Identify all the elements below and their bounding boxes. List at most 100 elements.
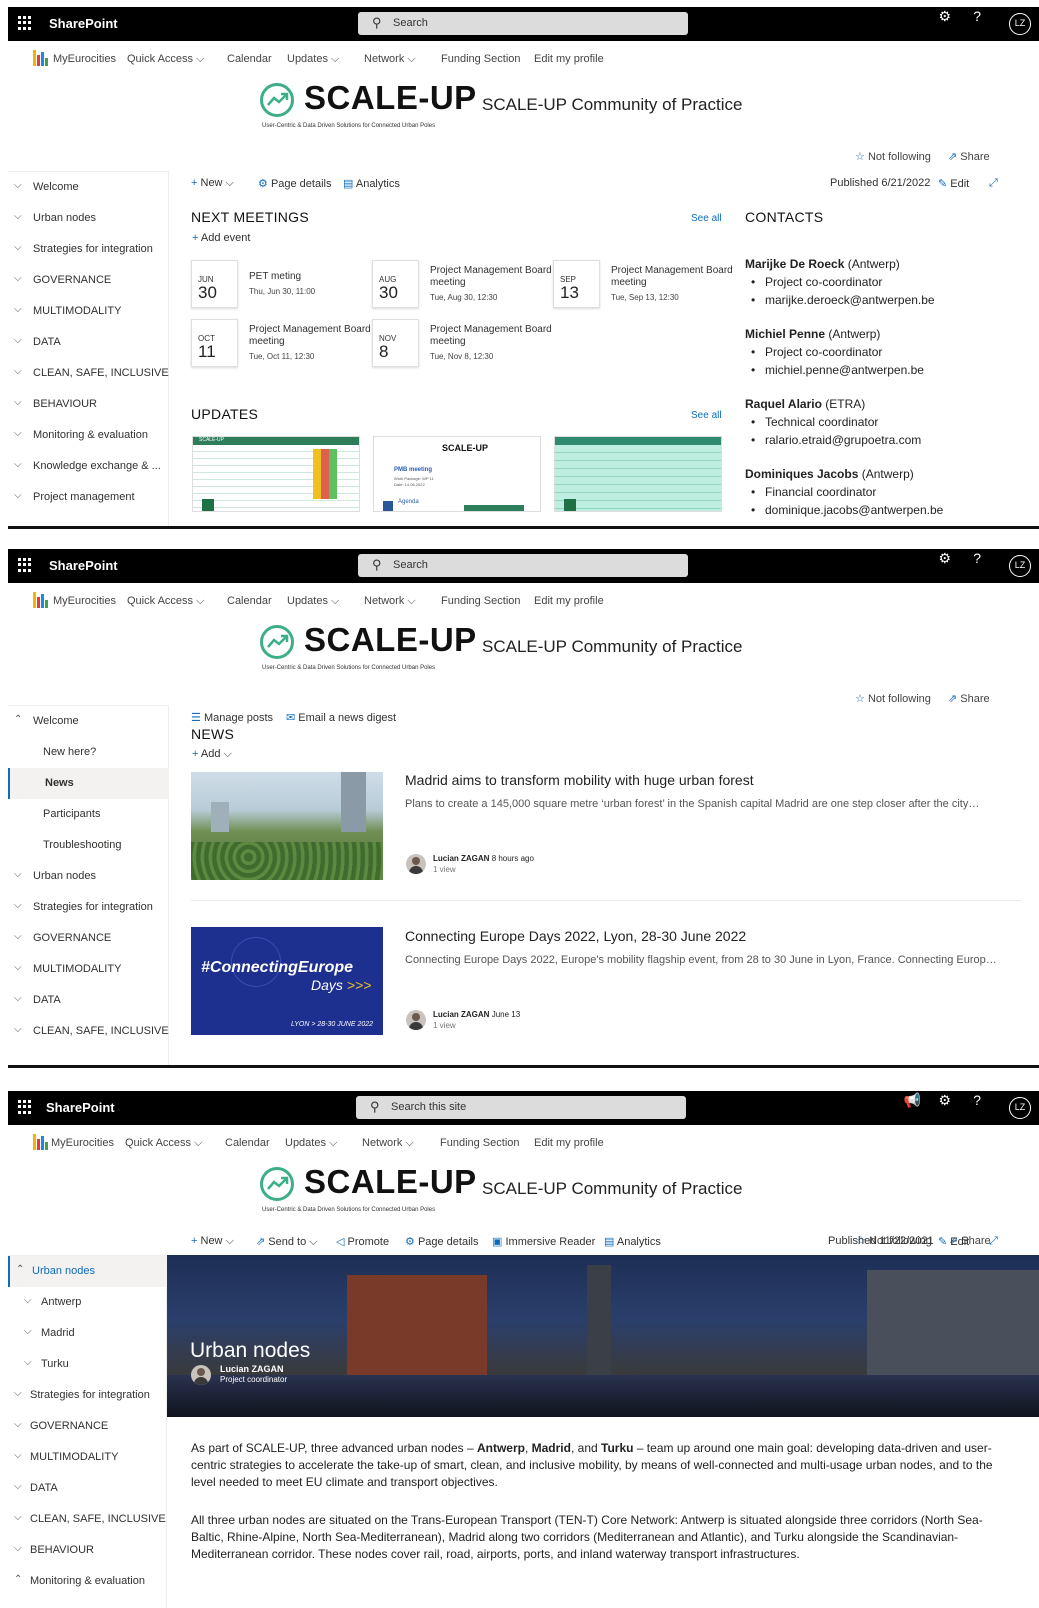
- nav-updates[interactable]: Updates ⌵: [287, 595, 339, 608]
- nav-updates[interactable]: Updates ⌵: [287, 53, 339, 66]
- search-box[interactable]: ⚲ Search: [358, 554, 688, 577]
- follow-button[interactable]: ☆ Not following: [855, 692, 931, 705]
- chevron-down-icon[interactable]: ⌵: [14, 900, 22, 911]
- chevron-down-icon[interactable]: ⌵: [14, 962, 22, 973]
- expand-icon[interactable]: ⤢: [989, 177, 998, 190]
- updates-see-all[interactable]: See all: [691, 410, 722, 421]
- hero-author[interactable]: Lucian ZAGAN: [220, 1364, 284, 1374]
- app-name[interactable]: SharePoint: [49, 558, 118, 573]
- nav-strategies[interactable]: ⌵ Strategies for integration: [8, 234, 169, 265]
- nav-data[interactable]: ⌵ DATA: [8, 1473, 169, 1504]
- app-launcher-icon[interactable]: [18, 558, 32, 572]
- send-to-button[interactable]: ⇗ Send to ⌵: [256, 1235, 318, 1249]
- event-card[interactable]: OCT 11 Project Management Board meeting T…: [191, 319, 371, 369]
- author-avatar[interactable]: [406, 1010, 426, 1030]
- nav-calendar[interactable]: Calendar: [227, 53, 272, 65]
- author-name[interactable]: Lucian ZAGAN: [433, 854, 489, 863]
- add-event-button[interactable]: + Add event: [192, 232, 250, 244]
- help-icon[interactable]: ?: [973, 550, 981, 566]
- nav-governance[interactable]: ⌵ GOVERNANCE: [8, 265, 169, 296]
- edit-button[interactable]: ✎ Edit: [938, 177, 969, 190]
- nav-troubleshooting[interactable]: Troubleshooting: [8, 830, 169, 861]
- event-card[interactable]: AUG 30 Project Management Board meeting T…: [372, 260, 552, 310]
- chevron-down-icon[interactable]: ⌵: [14, 242, 22, 253]
- nav-project-management[interactable]: ⌵ Project management: [8, 482, 169, 513]
- nav-clean-safe[interactable]: ⌵ CLEAN, SAFE, INCLUSIVE: [8, 1016, 169, 1047]
- nav-myeurocities[interactable]: MyEurocities: [51, 1137, 114, 1149]
- news-title[interactable]: Madrid aims to transform mobility with h…: [405, 772, 754, 788]
- nav-governance[interactable]: ⌵ GOVERNANCE: [8, 923, 169, 954]
- nav-strategies[interactable]: ⌵ Strategies for integration: [8, 1380, 169, 1411]
- nav-calendar[interactable]: Calendar: [225, 1137, 270, 1149]
- app-launcher-icon[interactable]: [18, 16, 32, 30]
- news-image-connecting-europe[interactable]: #ConnectingEurope Days >>> LYON > 28-30 …: [191, 927, 383, 1035]
- chevron-down-icon[interactable]: ⌵: [14, 335, 22, 346]
- news-title[interactable]: Connecting Europe Days 2022, Lyon, 28-30…: [405, 928, 746, 944]
- chevron-down-icon[interactable]: ⌵: [14, 1419, 22, 1430]
- contact-email[interactable]: marijke.deroeck@antwerpen.be: [751, 293, 935, 307]
- expand-icon[interactable]: ⤢: [989, 1235, 998, 1248]
- settings-icon[interactable]: ⚙: [938, 550, 951, 567]
- chevron-down-icon[interactable]: ⌵: [14, 180, 22, 191]
- nav-multimodality[interactable]: ⌵ MULTIMODALITY: [8, 1442, 169, 1473]
- chevron-down-icon[interactable]: ⌵: [14, 428, 22, 439]
- site-title[interactable]: SCALE-UP Community of Practice: [482, 95, 742, 115]
- chevron-down-icon[interactable]: ⌵: [14, 1481, 22, 1492]
- nav-updates[interactable]: Updates ⌵: [285, 1137, 337, 1150]
- nav-data[interactable]: ⌵ DATA: [8, 985, 169, 1016]
- settings-icon[interactable]: ⚙: [938, 1092, 951, 1109]
- chevron-down-icon[interactable]: ⌵: [14, 1543, 22, 1554]
- author-name[interactable]: Lucian ZAGAN: [433, 1010, 489, 1019]
- chevron-down-icon[interactable]: ⌵: [14, 993, 22, 1004]
- chevron-up-icon[interactable]: ⌃: [14, 1574, 22, 1585]
- analytics-button[interactable]: ▤ Analytics: [604, 1235, 661, 1248]
- help-icon[interactable]: ?: [973, 1092, 981, 1108]
- megaphone-icon[interactable]: 📢: [904, 1092, 921, 1109]
- chevron-down-icon[interactable]: ⌵: [14, 1512, 22, 1523]
- nav-urban-nodes[interactable]: ⌵ Urban nodes: [8, 861, 169, 892]
- author-avatar[interactable]: [406, 854, 426, 874]
- nav-monitoring[interactable]: ⌃ Monitoring & evaluation: [8, 1566, 169, 1597]
- nav-edit-profile[interactable]: Edit my profile: [534, 595, 604, 607]
- chevron-down-icon[interactable]: ⌵: [14, 211, 22, 222]
- chevron-down-icon[interactable]: ⌵: [24, 1326, 32, 1337]
- nav-governance[interactable]: ⌵ GOVERNANCE: [8, 1411, 169, 1442]
- chevron-down-icon[interactable]: ⌵: [14, 1450, 22, 1461]
- update-thumbnail-spreadsheet[interactable]: SCALE-UP: [192, 436, 360, 512]
- nav-quick-access[interactable]: Quick Access ⌵: [127, 53, 204, 66]
- chevron-down-icon[interactable]: ⌵: [14, 397, 22, 408]
- nav-urban-nodes[interactable]: ⌃ Urban nodes: [8, 1256, 167, 1287]
- meetings-see-all[interactable]: See all: [691, 213, 722, 224]
- chevron-down-icon[interactable]: ⌵: [14, 304, 22, 315]
- nav-clean-safe[interactable]: ⌵ CLEAN, SAFE, INCLUSIVE: [8, 358, 169, 389]
- page-details-button[interactable]: ⚙ Page details: [405, 1235, 478, 1248]
- nav-clean-safe[interactable]: ⌵ CLEAN, SAFE, INCLUSIVE: [8, 1504, 169, 1535]
- help-icon[interactable]: ?: [973, 8, 981, 24]
- app-name[interactable]: SharePoint: [49, 16, 118, 31]
- nav-strategies[interactable]: ⌵ Strategies for integration: [8, 892, 169, 923]
- contact-email[interactable]: michiel.penne@antwerpen.be: [751, 363, 924, 377]
- nav-myeurocities[interactable]: MyEurocities: [53, 595, 116, 607]
- nav-turku[interactable]: ⌵ Turku: [8, 1349, 169, 1380]
- nav-multimodality[interactable]: ⌵ MULTIMODALITY: [8, 954, 169, 985]
- chevron-down-icon[interactable]: ⌵: [14, 273, 22, 284]
- update-thumbnail-pmb[interactable]: SCALE-UP PMB meeting Work Package: WP 11…: [373, 436, 541, 512]
- event-card[interactable]: JUN 30 PET meting Thu, Jun 30, 11:00: [191, 260, 371, 310]
- nav-behaviour[interactable]: ⌵ BEHAVIOUR: [8, 389, 169, 420]
- chevron-down-icon[interactable]: ⌵: [24, 1295, 32, 1306]
- new-button[interactable]: + New ⌵: [191, 177, 234, 190]
- promote-button[interactable]: ◁ Promote: [336, 1235, 389, 1248]
- nav-news[interactable]: News: [8, 768, 169, 799]
- contact-email[interactable]: dominique.jacobs@antwerpen.be: [751, 503, 943, 517]
- edit-button[interactable]: ✎ Edit: [938, 1235, 969, 1248]
- add-news-button[interactable]: + Add ⌵: [192, 748, 232, 761]
- chevron-down-icon[interactable]: ⌵: [14, 1388, 22, 1399]
- avatar[interactable]: LZ: [1009, 555, 1031, 577]
- nav-participants[interactable]: Participants: [8, 799, 169, 830]
- app-name[interactable]: SharePoint: [46, 1100, 115, 1115]
- analytics-button[interactable]: ▤ Analytics: [343, 177, 400, 190]
- chevron-down-icon[interactable]: ⌵: [14, 366, 22, 377]
- nav-network[interactable]: Network ⌵: [362, 1137, 414, 1150]
- event-card[interactable]: NOV 8 Project Management Board meeting Tu…: [372, 319, 552, 369]
- chevron-down-icon[interactable]: ⌵: [24, 1357, 32, 1368]
